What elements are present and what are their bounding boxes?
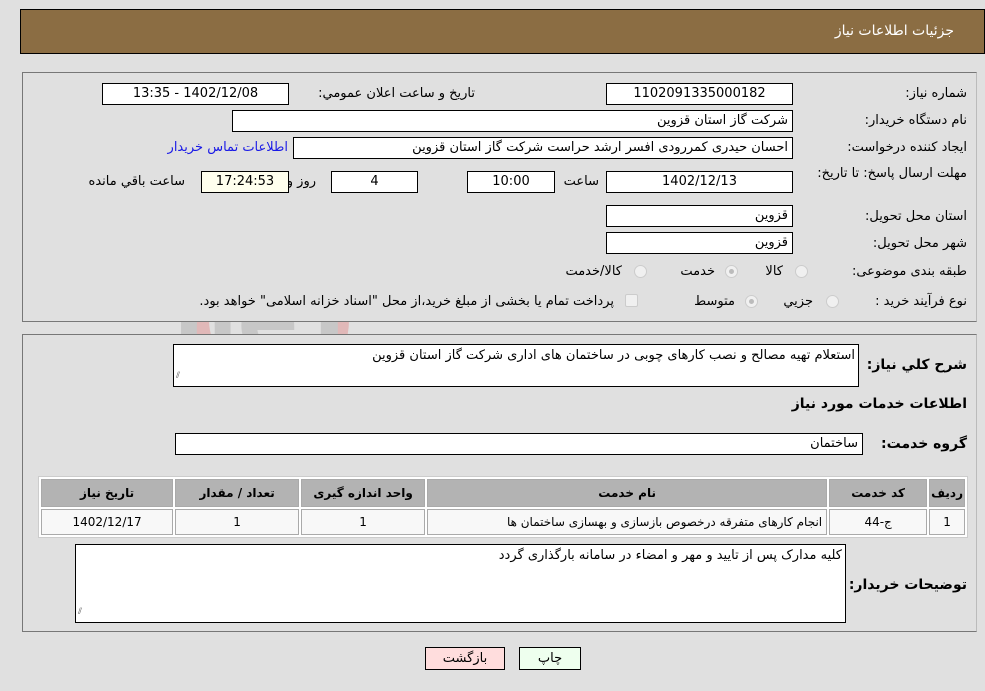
cell-row-number: 1 bbox=[929, 509, 965, 535]
category-option-goods-service: کالا/خدمت bbox=[565, 264, 622, 279]
cell-service-name: انجام کارهای متفرقه درخصوص بازسازی و بهس… bbox=[427, 509, 828, 535]
category-radio-goods-service[interactable] bbox=[634, 265, 647, 278]
col-header-need-date: تاريخ نياز bbox=[41, 479, 174, 507]
col-header-service-code: کد خدمت bbox=[829, 479, 928, 507]
need-number-field: 1102091335000182 bbox=[606, 83, 793, 105]
general-description-field[interactable]: استعلام تهیه مصالح و نصب کارهای چوبی در … bbox=[173, 344, 859, 387]
province-field: قزوين bbox=[606, 205, 793, 227]
days-remaining-field: 4 bbox=[331, 171, 418, 193]
category-label: طبقه بندی موضوعی: bbox=[851, 264, 967, 279]
process-radio-medium[interactable] bbox=[745, 295, 758, 308]
announce-date-label: تاریخ و ساعت اعلان عمومي: bbox=[318, 86, 475, 101]
treasury-note: پرداخت تمام يا بخشی از مبلغ خريد،از محل … bbox=[199, 294, 614, 309]
deadline-label: مهلت ارسال پاسخ: تا تاریخ: bbox=[817, 166, 967, 181]
services-table: رديف کد خدمت نام خدمت واحد اندازه گيری ت… bbox=[38, 476, 968, 538]
category-radio-service[interactable] bbox=[725, 265, 738, 278]
remaining-time-field: 17:24:53 bbox=[201, 171, 289, 193]
category-option-service: خدمت bbox=[680, 264, 715, 279]
service-group-field: ساختمان bbox=[175, 433, 863, 455]
buyer-notes-field[interactable]: کلیه مدارک پس از تایید و مهر و امضاء در … bbox=[75, 544, 846, 623]
category-radio-goods[interactable] bbox=[795, 265, 808, 278]
resize-grip-icon[interactable]: ⫽ bbox=[78, 603, 82, 621]
buyer-notes-label: توضيحات خريدار: bbox=[848, 577, 967, 593]
process-type-label: نوع فرآیند خرید : bbox=[875, 294, 967, 309]
announce-date-field: 1402/12/08 - 13:35 bbox=[102, 83, 289, 105]
services-section-title: اطلاعات خدمات مورد نیاز bbox=[791, 396, 967, 412]
deadline-time-label: ساعت bbox=[563, 174, 599, 189]
process-radio-minor[interactable] bbox=[826, 295, 839, 308]
cell-quantity: 1 bbox=[175, 509, 300, 535]
page-header: جزئیات اطلاعات نیاز bbox=[20, 9, 985, 54]
cell-need-date: 1402/12/17 bbox=[41, 509, 174, 535]
col-header-quantity: تعداد / مقدار bbox=[175, 479, 300, 507]
treasury-checkbox[interactable] bbox=[625, 294, 638, 307]
buyer-org-label: نام دستگاه خريدار: bbox=[864, 113, 967, 128]
days-label: روز و bbox=[286, 174, 316, 189]
cell-unit: 1 bbox=[301, 509, 426, 535]
cell-service-code: ج-44 bbox=[829, 509, 928, 535]
table-header-row: رديف کد خدمت نام خدمت واحد اندازه گيری ت… bbox=[41, 479, 965, 507]
general-description-text: استعلام تهیه مصالح و نصب کارهای چوبی در … bbox=[372, 348, 855, 363]
province-label: استان محل تحویل: bbox=[865, 209, 967, 224]
page-title: جزئیات اطلاعات نیاز bbox=[834, 23, 954, 39]
remaining-time-label: ساعت باقي مانده bbox=[88, 174, 185, 189]
deadline-date-field: 1402/12/13 bbox=[606, 171, 793, 193]
requester-label: ايجاد کننده درخواست: bbox=[847, 140, 967, 155]
buyer-contact-link[interactable]: اطلاعات تماس خريدار bbox=[168, 140, 288, 155]
general-description-label: شرح کلي نياز: bbox=[866, 357, 967, 373]
resize-grip-icon[interactable]: ⫽ bbox=[176, 367, 180, 385]
print-button[interactable]: چاپ bbox=[519, 647, 581, 670]
col-header-unit: واحد اندازه گيری bbox=[301, 479, 426, 507]
service-group-label: گروه خدمت: bbox=[881, 436, 967, 452]
deadline-time-field: 10:00 bbox=[467, 171, 555, 193]
back-button[interactable]: بازگشت bbox=[425, 647, 505, 670]
buyer-notes-text: کلیه مدارک پس از تایید و مهر و امضاء در … bbox=[498, 548, 842, 563]
requester-field: احسان حیدری کمررودی افسر ارشد حراست شرکت… bbox=[293, 137, 793, 159]
need-number-label: شماره نیاز: bbox=[905, 86, 967, 101]
buyer-org-field: شرکت گاز استان قزوين bbox=[232, 110, 793, 132]
process-option-minor: جزيي bbox=[783, 294, 813, 309]
city-label: شهر محل تحویل: bbox=[872, 236, 967, 251]
col-header-service-name: نام خدمت bbox=[427, 479, 828, 507]
table-row: 1 ج-44 انجام کارهای متفرقه درخصوص بازساز… bbox=[41, 509, 965, 535]
category-option-goods: کالا bbox=[765, 264, 783, 279]
col-header-row-number: رديف bbox=[929, 479, 965, 507]
city-field: قزوين bbox=[606, 232, 793, 254]
process-option-medium: متوسط bbox=[694, 294, 735, 309]
